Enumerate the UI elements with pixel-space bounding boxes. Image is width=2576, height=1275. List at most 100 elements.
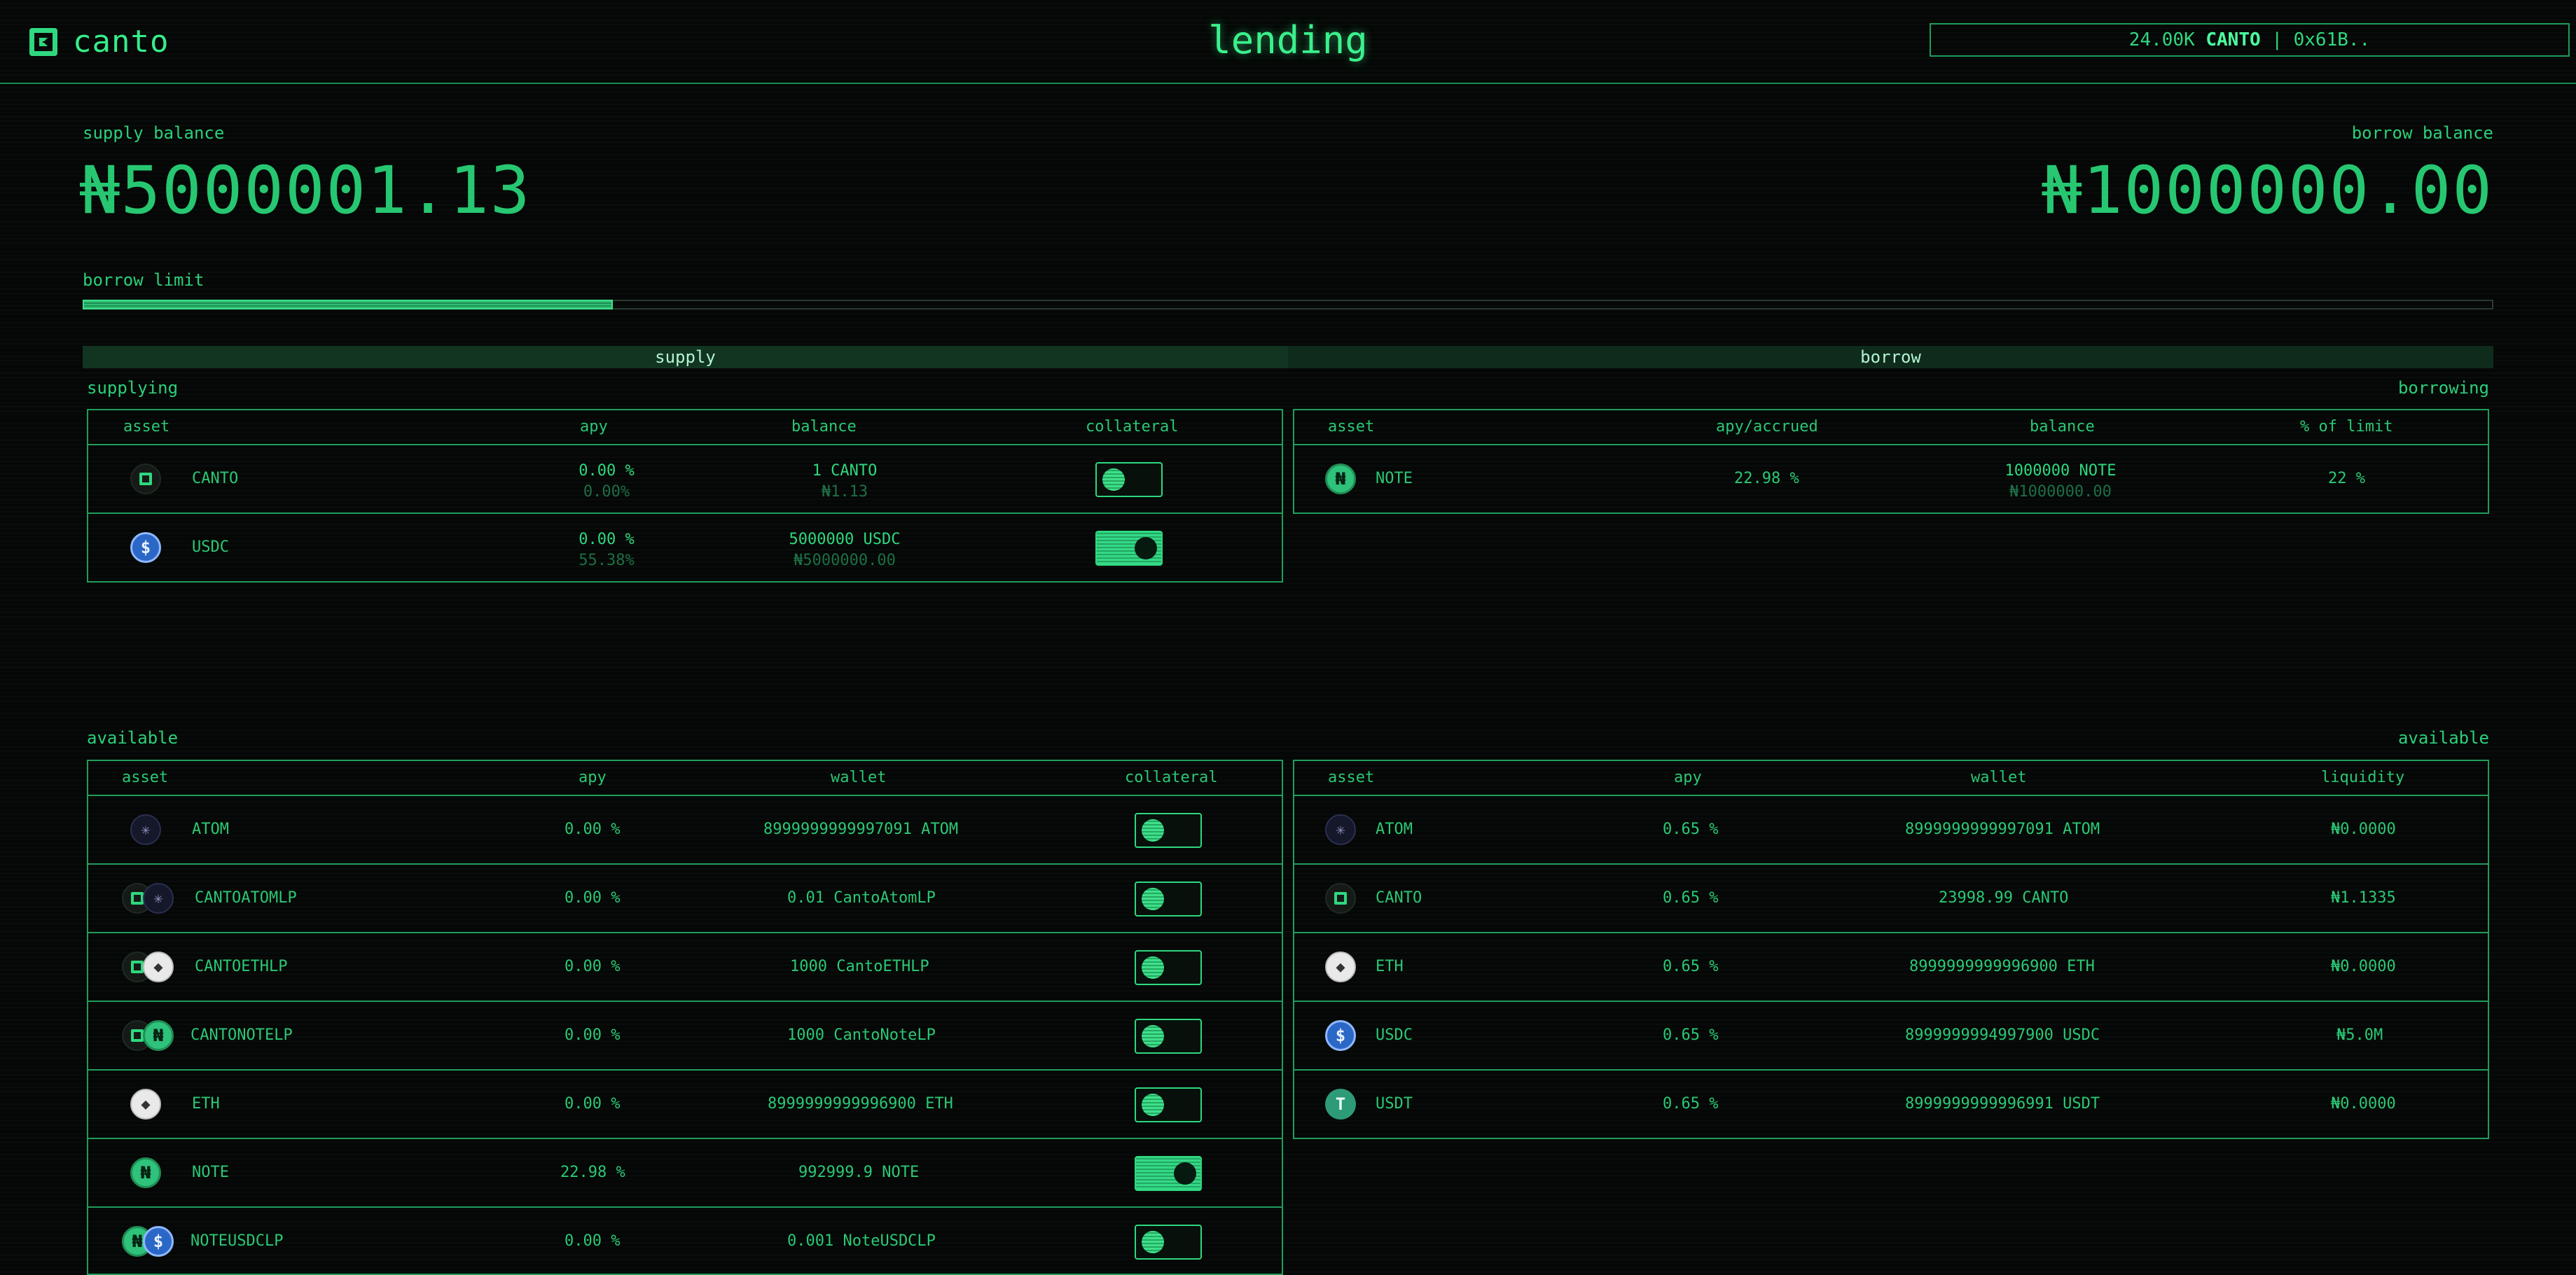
liquidity-value: ₦5.0M [2336,1026,2383,1044]
asset-name: NOTE [1376,470,1413,487]
collateral-toggle[interactable] [1135,1019,1202,1054]
wallet-value: 8999999999997091 ATOM [763,821,959,838]
usdc-icon: $ [143,1226,174,1257]
table-row[interactable]: ₦ CANTONOTELP 0.00 % 1000 CantoNoteLP [88,1002,1282,1071]
column-header: asset [123,418,170,436]
note-icon: ₦ [1325,464,1356,494]
toggle-knob [1142,1231,1164,1253]
collateral-toggle[interactable] [1135,813,1202,848]
column-header: wallet [831,769,887,786]
supplying-label: supplying [87,378,179,398]
table-row[interactable]: ₦ NOTE 22.98 % 1000000 NOTE ₦1000000.00 … [1294,445,2488,513]
apy-value: 0.65 % [1663,958,1719,975]
supplying-table: asset apy balance collateral CANTO 0.00 … [87,409,1283,583]
note-icon: ₦ [130,1157,161,1188]
tab-supply[interactable]: supply [83,346,1288,368]
toggle-knob [1142,819,1164,842]
usdt-icon: T [1325,1089,1356,1120]
available-borrow-label: available [2397,728,2489,748]
wallet-amount: 24.00K [2128,29,2195,50]
apy-value: 0.00 % [565,821,621,838]
table-row[interactable]: ◆ CANTOETHLP 0.00 % 1000 CantoETHLP [88,933,1282,1002]
collateral-toggle[interactable] [1135,1087,1202,1122]
table-header: asset apy balance collateral [88,410,1282,445]
usdc-icon: $ [130,532,161,563]
asset-name: CANTOATOMLP [195,889,297,907]
borrow-balance-label: borrow balance [2351,123,2493,143]
borrow-limit-label: borrow limit [83,270,205,290]
apy-value: 0.00 % [579,531,635,548]
available-borrow-table: asset apy wallet liquidity ATOM 0.65 % 8… [1293,760,2489,1139]
column-header: apy [1674,769,1702,786]
toggle-knob [1142,1025,1164,1047]
asset-name: NOTE [192,1164,229,1181]
table-header: asset apy/accrued balance % of limit [1294,410,2488,445]
apy-value: 0.00 % [565,958,621,975]
table-row[interactable]: ₦ NOTE 22.98 % 992999.9 NOTE [88,1139,1282,1208]
column-header: collateral [1125,769,1218,786]
apy-value: 22.98 % [560,1164,625,1181]
apy-value: 22.98 % [1734,470,1799,487]
liquidity-value: ₦0.0000 [2331,958,2396,975]
column-header: % of limit [2300,418,2393,436]
supply-balance-label: supply balance [83,123,225,143]
balance-sub-value: ₦5000000.00 [794,552,896,569]
available-supply-table: asset apy wallet collateral ATOM 0.00 % … [87,760,1283,1275]
borrowing-label: borrowing [2397,378,2489,398]
limit-value: 22 % [2328,470,2365,487]
apy-value: 0.00 % [565,889,621,907]
table-row[interactable]: CANTO 0.65 % 23998.99 CANTO ₦1.1335 [1294,865,2488,933]
wallet-value: 1000 CantoNoteLP [787,1026,936,1044]
atom-icon [1325,814,1356,845]
table-row[interactable]: T USDT 0.65 % 8999999999996991 USDT ₦0.0… [1294,1071,2488,1138]
column-header: apy/accrued [1716,418,1818,436]
asset-name: ETH [1376,958,1404,975]
balance-value: 5000000 USDC [789,531,901,548]
collateral-toggle[interactable] [1135,1156,1202,1191]
wallet-value: 8999999999996991 USDT [1905,1095,2100,1113]
apy-cell: 0.00 % 55.38% [536,529,677,571]
tab-borrow[interactable]: borrow [1288,346,2493,368]
collateral-toggle[interactable] [1095,462,1163,497]
wallet-address: | 0x61B.. [2271,29,2371,50]
column-header: liquidity [2321,769,2405,786]
collateral-toggle[interactable] [1135,1225,1202,1260]
balance-sub-value: ₦1.13 [821,483,868,501]
table-header: asset apy wallet collateral [88,761,1282,796]
canto-icon [130,464,161,494]
wallet-button[interactable]: 24.00K CANTO | 0x61B.. [1930,23,2570,57]
column-header: apy [579,769,607,786]
wallet-value: 8999999994997900 USDC [1905,1026,2100,1044]
asset-name: USDC [1376,1026,1413,1044]
collateral-toggle[interactable] [1135,882,1202,917]
table-row[interactable]: ◆ ETH 0.65 % 8999999999996900 ETH ₦0.000… [1294,933,2488,1002]
table-row[interactable]: ₦ $ NOTEUSDCLP 0.00 % 0.001 NoteUSDCLP [88,1208,1282,1275]
wallet-value: 8999999999997091 ATOM [1905,821,2100,838]
eth-icon: ◆ [143,952,174,982]
asset-name: NOTEUSDCLP [191,1232,284,1250]
asset-name: ATOM [192,821,229,838]
table-row[interactable]: CANTOATOMLP 0.00 % 0.01 CantoAtomLP [88,865,1282,933]
table-row[interactable]: $ USDC 0.00 % 55.38% 5000000 USDC ₦50000… [88,514,1282,581]
asset-name: ETH [192,1095,220,1113]
canto-note-lp-icon: ₦ [122,1020,178,1051]
table-row[interactable]: CANTO 0.00 % 0.00% 1 CANTO ₦1.13 [88,445,1282,514]
wallet-token: CANTO [2205,29,2261,50]
toggle-knob [1174,1162,1196,1185]
toggle-knob [1142,888,1164,910]
borrow-limit-fill [83,300,613,309]
asset-name: CANTO [192,470,239,487]
table-row[interactable]: ATOM 0.00 % 8999999999997091 ATOM [88,796,1282,865]
liquidity-value: ₦0.0000 [2331,821,2396,838]
apy-value: 0.65 % [1663,1026,1719,1044]
canto-icon [1325,883,1356,914]
apy-sub-value: 0.00% [583,483,630,501]
collateral-toggle[interactable] [1135,950,1202,985]
balance-cell: 5000000 USDC ₦5000000.00 [740,529,950,571]
column-header: balance [2030,418,2095,436]
asset-name: CANTO [1376,889,1422,907]
collateral-toggle[interactable] [1095,531,1163,566]
table-row[interactable]: ◆ ETH 0.00 % 8999999999996900 ETH [88,1071,1282,1139]
table-row[interactable]: ATOM 0.65 % 8999999999997091 ATOM ₦0.000… [1294,796,2488,865]
table-row[interactable]: $ USDC 0.65 % 8999999994997900 USDC ₦5.0… [1294,1002,2488,1071]
